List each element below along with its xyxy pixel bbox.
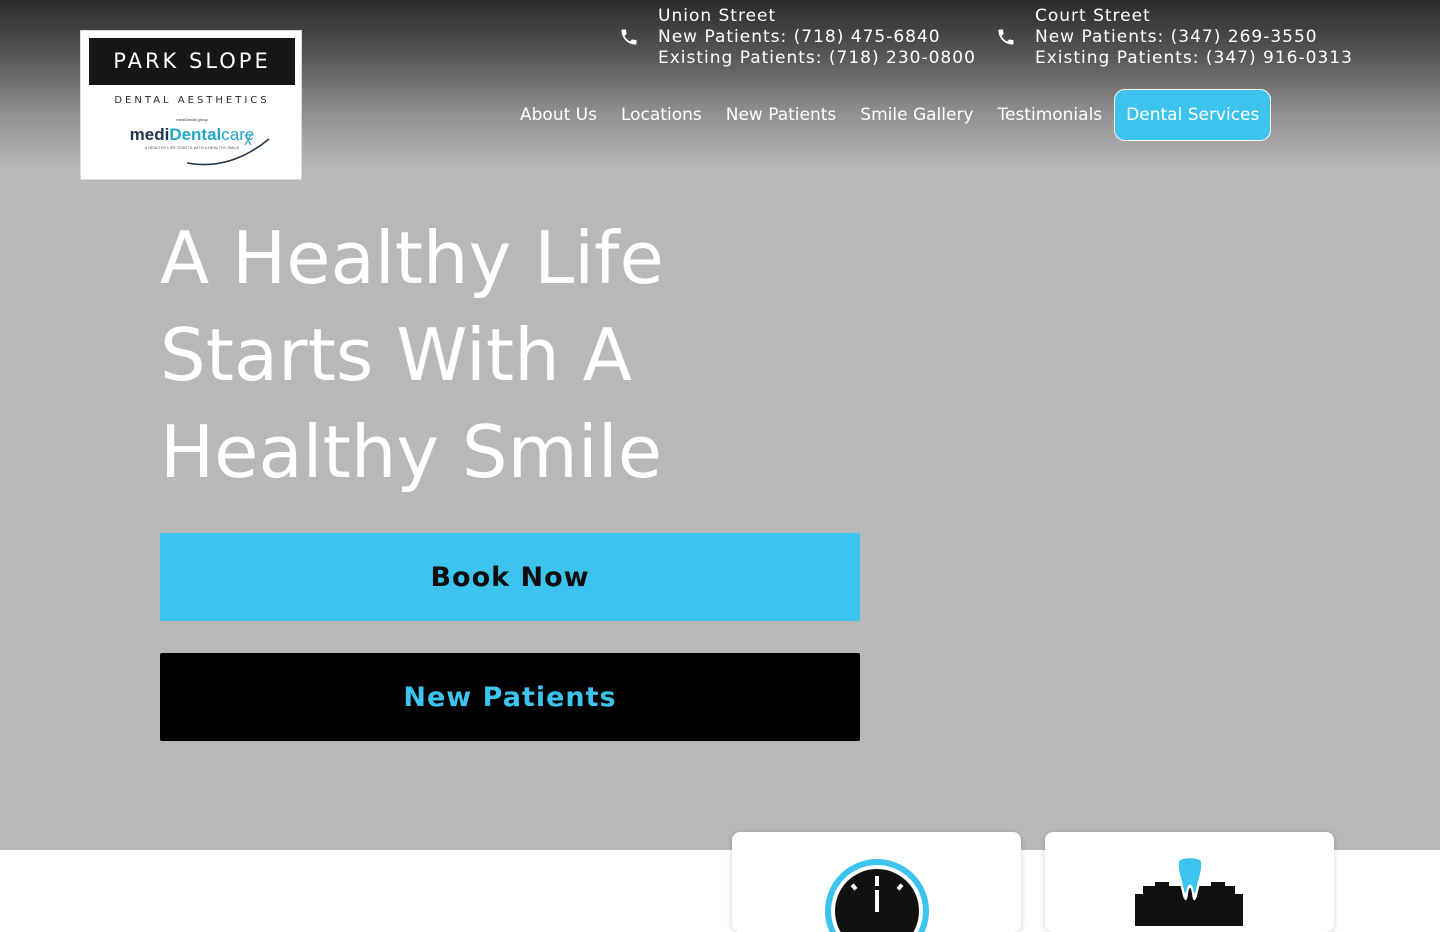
new-patients-phone-link[interactable]: New Patients: (347) 269-3550 bbox=[1035, 27, 1353, 48]
logo-title: PARK SLOPE bbox=[89, 38, 295, 85]
clock-icon bbox=[825, 859, 929, 932]
nav-smile-gallery[interactable]: Smile Gallery bbox=[848, 89, 985, 141]
nav-testimonials[interactable]: Testimonials bbox=[986, 89, 1115, 141]
headline-line-3: Healthy Smile bbox=[160, 410, 663, 494]
nav-new-patients[interactable]: New Patients bbox=[714, 89, 849, 141]
main-navigation: About Us Locations New Patients Smile Ga… bbox=[508, 89, 1272, 141]
location-union-street: Union Street New Patients: (718) 475-684… bbox=[658, 6, 976, 69]
existing-patients-phone-link[interactable]: Existing Patients: (718) 230-0800 bbox=[658, 48, 976, 69]
tooth-icon bbox=[1135, 856, 1243, 926]
hero-section: PARK SLOPE DENTAL AESTHETICS mediDental … bbox=[0, 0, 1440, 850]
location-court-street: Court Street New Patients: (347) 269-355… bbox=[1035, 6, 1353, 69]
nav-about-us[interactable]: About Us bbox=[508, 89, 609, 141]
logo-group-text: mediDental group bbox=[176, 117, 208, 122]
headline-line-2: Starts With A bbox=[160, 313, 632, 397]
location-name: Court Street bbox=[1035, 6, 1151, 26]
headline-line-1: A Healthy Life bbox=[160, 216, 664, 300]
site-logo[interactable]: PARK SLOPE DENTAL AESTHETICS mediDental … bbox=[80, 30, 302, 180]
book-now-button[interactable]: Book Now bbox=[160, 533, 860, 621]
existing-patients-phone-link[interactable]: Existing Patients: (347) 916-0313 bbox=[1035, 48, 1353, 69]
nav-dental-services[interactable]: Dental Services bbox=[1114, 89, 1272, 141]
location-name: Union Street bbox=[658, 6, 777, 26]
services-card[interactable] bbox=[1045, 832, 1334, 932]
hero-headline: A Healthy Life Starts With A Healthy Smi… bbox=[160, 210, 800, 501]
new-patients-phone-link[interactable]: New Patients: (718) 475-6840 bbox=[658, 27, 976, 48]
logo-subtitle: DENTAL AESTHETICS bbox=[114, 95, 270, 106]
phone-icon bbox=[621, 29, 637, 45]
hours-card[interactable] bbox=[732, 832, 1021, 932]
nav-locations[interactable]: Locations bbox=[609, 89, 714, 141]
new-patients-button[interactable]: New Patients bbox=[160, 653, 860, 741]
phone-icon bbox=[998, 29, 1014, 45]
logo-brand-part1: medi bbox=[129, 125, 170, 144]
logo-swoosh-icon bbox=[186, 134, 270, 166]
